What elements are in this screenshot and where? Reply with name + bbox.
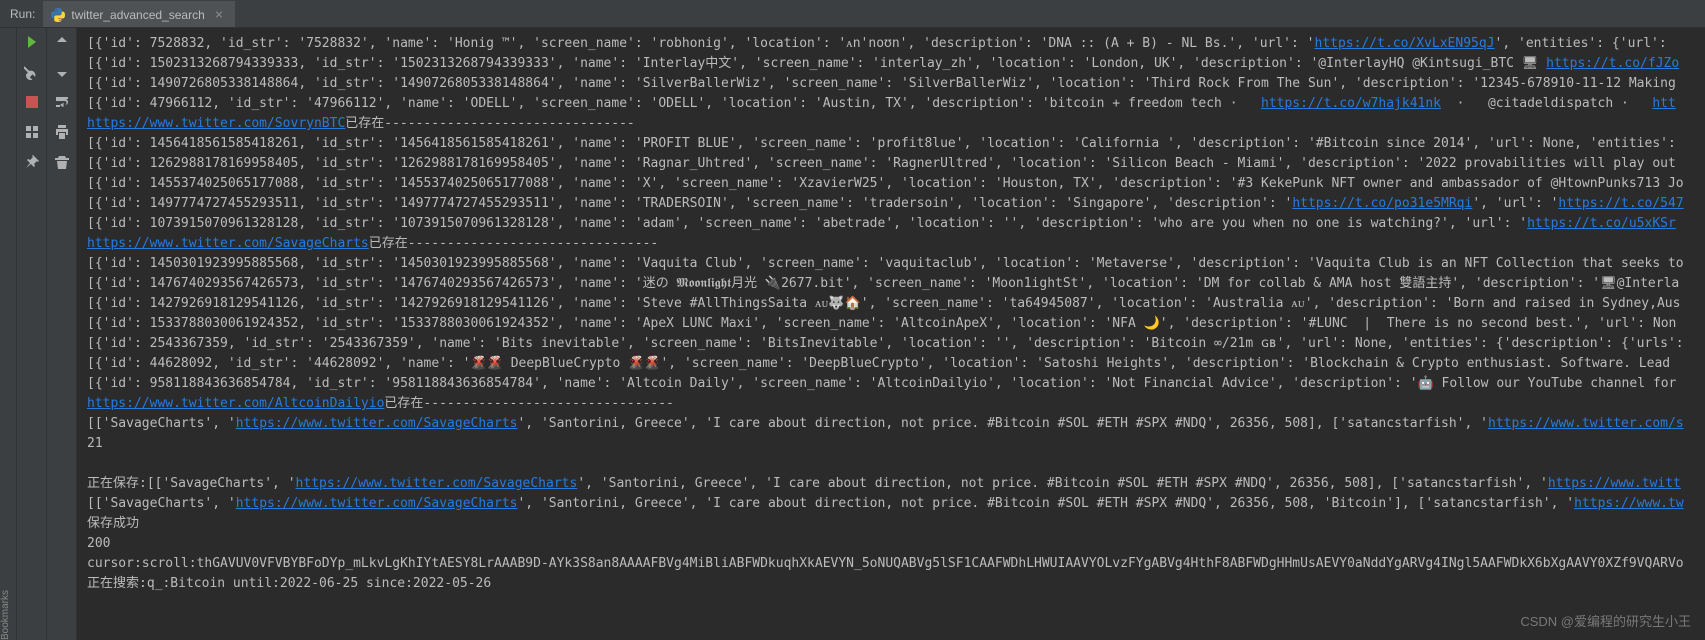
output-line: [{'id': 1476740293567426573, 'id_str': '…	[87, 276, 1679, 291]
link[interactable]: https://www.twitter.com/SavageCharts	[236, 416, 518, 431]
pin-icon[interactable]	[24, 154, 40, 170]
link[interactable]: https://www.twitter.com/SovrynBTC	[87, 116, 345, 131]
bookmarks-rail[interactable]: Bookmarks	[0, 28, 17, 640]
run-toolbar: Run: twitter_advanced_search ×	[0, 0, 1705, 28]
output-line: [{'id': 1502313268794339333, 'id_str': '…	[87, 56, 1546, 71]
output-line: [{'id': 1450301923995885568, 'id_str': '…	[87, 256, 1684, 271]
link[interactable]: https://t.co/w7hajk41nk	[1261, 96, 1441, 111]
output-line: [['SavageCharts', '	[87, 496, 236, 511]
tab-label: twitter_advanced_search	[71, 8, 204, 22]
output-line: [{'id': 1073915070961328128, 'id_str': '…	[87, 216, 1527, 231]
output-line: [{'id': 1262988178169958405, 'id_str': '…	[87, 156, 1676, 171]
link[interactable]: htt	[1652, 96, 1675, 111]
output-line: 正在搜索:q_:Bitcoin until:2022-06-25 since:2…	[87, 576, 491, 591]
link[interactable]: https://www.tw	[1574, 496, 1684, 511]
up-icon[interactable]	[54, 34, 70, 50]
output-line: [{'id': 47966112, 'id_str': '47966112', …	[87, 96, 1261, 111]
output-line: cursor:scroll:thGAVUV0VFVBYBFoDYp_mLkvLg…	[87, 556, 1684, 571]
output-line: 正在保存:[['SavageCharts', '	[87, 476, 296, 491]
output-line: [{'id': 1533788030061924352, 'id_str': '…	[87, 316, 1676, 331]
link[interactable]: https://www.twitter.com/AltcoinDailyio	[87, 396, 384, 411]
output-line: 200	[87, 536, 110, 551]
run-tab[interactable]: twitter_advanced_search ×	[43, 1, 235, 27]
console-actions-column	[47, 28, 77, 640]
run-label: Run:	[0, 7, 43, 21]
link[interactable]: https://t.co/XvLxEN95qJ	[1315, 36, 1495, 51]
output-line: [{'id': 1497774727455293511, 'id_str': '…	[87, 196, 1292, 211]
trash-icon[interactable]	[54, 154, 70, 170]
bookmarks-label: Bookmarks	[0, 580, 16, 640]
link[interactable]: https://www.twitt	[1548, 476, 1681, 491]
output-line: [['SavageCharts', '	[87, 416, 236, 431]
link[interactable]: https://t.co/po31e5MRqi	[1292, 196, 1472, 211]
output-line: [{'id': 44628092, 'id_str': '44628092', …	[87, 356, 1670, 371]
console-output[interactable]: [{'id': 7528832, 'id_str': '7528832', 'n…	[77, 28, 1705, 640]
stop-icon[interactable]	[24, 94, 40, 110]
link[interactable]: https://www.twitter.com/s	[1488, 416, 1684, 431]
run-actions-column	[17, 28, 47, 640]
link[interactable]: https://t.co/fJZo	[1546, 56, 1679, 71]
output-line: [{'id': 7528832, 'id_str': '7528832', 'n…	[87, 36, 1315, 51]
rerun-icon[interactable]	[24, 34, 40, 50]
link[interactable]: https://www.twitter.com/SavageCharts	[296, 476, 578, 491]
link[interactable]: https://t.co/547	[1558, 196, 1683, 211]
print-icon[interactable]	[54, 124, 70, 140]
close-icon[interactable]: ×	[215, 7, 223, 23]
watermark: CSDN @爱编程的研究生小王	[1520, 611, 1691, 630]
output-line: [{'id': 1456418561585418261, 'id_str': '…	[87, 136, 1676, 151]
output-line: [{'id': 1490726805338148864, 'id_str': '…	[87, 76, 1676, 91]
output-line: [{'id': 958118843636854784, 'id_str': '9…	[87, 376, 1676, 391]
layout-icon[interactable]	[24, 124, 40, 140]
output-line: [{'id': 2543367359, 'id_str': '254336735…	[87, 336, 1684, 351]
python-icon	[51, 8, 65, 22]
wrench-icon[interactable]	[24, 64, 40, 80]
link[interactable]: https://www.twitter.com/SavageCharts	[236, 496, 518, 511]
output-line: 保存成功	[87, 516, 139, 531]
link[interactable]: https://t.co/u5xKSr	[1527, 216, 1676, 231]
output-line: 21	[87, 436, 103, 451]
wrap-icon[interactable]	[54, 94, 70, 110]
down-icon[interactable]	[54, 64, 70, 80]
output-line: [{'id': 1427926918129541126, 'id_str': '…	[87, 296, 1680, 311]
link[interactable]: https://www.twitter.com/SavageCharts	[87, 236, 369, 251]
output-line: [{'id': 1455374025065177088, 'id_str': '…	[87, 176, 1684, 191]
